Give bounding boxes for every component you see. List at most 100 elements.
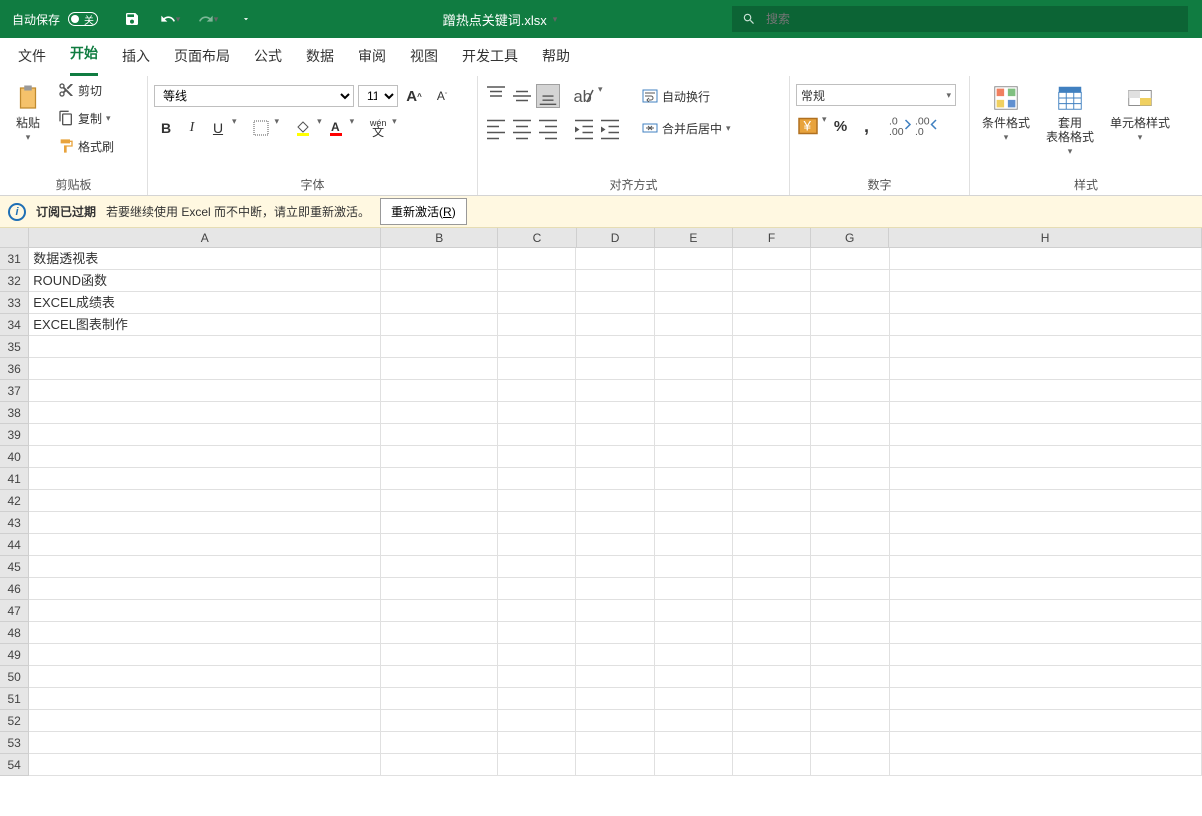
- cell[interactable]: [890, 424, 1202, 446]
- cell[interactable]: [733, 688, 811, 710]
- row-header[interactable]: 52: [0, 710, 29, 732]
- cell[interactable]: [29, 534, 381, 556]
- merge-center-button[interactable]: 合并后居中▾: [638, 116, 735, 140]
- row-header[interactable]: 50: [0, 666, 29, 688]
- row-header[interactable]: 40: [0, 446, 29, 468]
- cell[interactable]: [733, 424, 811, 446]
- cell[interactable]: [29, 600, 381, 622]
- cell[interactable]: [498, 402, 576, 424]
- cell[interactable]: [733, 534, 811, 556]
- cell[interactable]: [381, 666, 498, 688]
- tab-home[interactable]: 开始: [70, 35, 98, 76]
- cell[interactable]: [811, 710, 889, 732]
- cell[interactable]: [811, 490, 889, 512]
- cell[interactable]: [733, 578, 811, 600]
- cell[interactable]: [890, 732, 1202, 754]
- comma-format-icon[interactable]: ,: [855, 114, 879, 138]
- cell[interactable]: [890, 644, 1202, 666]
- cell[interactable]: 数据透视表: [29, 248, 381, 270]
- increase-font-icon[interactable]: A^: [402, 84, 426, 108]
- cell[interactable]: [576, 358, 654, 380]
- cell[interactable]: [381, 754, 498, 776]
- cell[interactable]: [655, 402, 733, 424]
- cell[interactable]: [890, 688, 1202, 710]
- cut-button[interactable]: 剪切: [54, 78, 118, 102]
- row-header[interactable]: 31: [0, 248, 29, 270]
- cell[interactable]: [655, 314, 733, 336]
- cell[interactable]: [498, 644, 576, 666]
- cell[interactable]: [498, 512, 576, 534]
- cell[interactable]: [576, 270, 654, 292]
- align-left-icon[interactable]: [484, 116, 508, 140]
- cell[interactable]: [29, 358, 381, 380]
- cell[interactable]: [890, 314, 1202, 336]
- tab-formula[interactable]: 公式: [254, 38, 282, 76]
- cell[interactable]: [811, 358, 889, 380]
- cell[interactable]: [576, 754, 654, 776]
- row-header[interactable]: 43: [0, 512, 29, 534]
- font-color-button[interactable]: A: [324, 116, 348, 140]
- cell[interactable]: [890, 270, 1202, 292]
- cell[interactable]: [381, 314, 498, 336]
- fill-color-button[interactable]: [291, 116, 315, 140]
- cell[interactable]: [733, 490, 811, 512]
- accounting-format-icon[interactable]: ¥: [796, 114, 820, 138]
- tab-file[interactable]: 文件: [18, 38, 46, 76]
- cell[interactable]: [655, 578, 733, 600]
- col-header-D[interactable]: D: [577, 228, 655, 247]
- copy-button[interactable]: 复制▾: [54, 106, 118, 130]
- cell[interactable]: [576, 732, 654, 754]
- cell[interactable]: [890, 666, 1202, 688]
- cell[interactable]: [655, 446, 733, 468]
- row-header[interactable]: 35: [0, 336, 29, 358]
- cell[interactable]: [498, 270, 576, 292]
- cell[interactable]: [29, 754, 381, 776]
- border-button[interactable]: [249, 116, 273, 140]
- col-header-C[interactable]: C: [498, 228, 576, 247]
- decrease-decimal-icon[interactable]: .00.0: [915, 114, 939, 138]
- cell[interactable]: [655, 666, 733, 688]
- cell[interactable]: [381, 732, 498, 754]
- cell[interactable]: [498, 248, 576, 270]
- cell[interactable]: [733, 512, 811, 534]
- cell[interactable]: [733, 556, 811, 578]
- cell[interactable]: [890, 490, 1202, 512]
- cell[interactable]: [29, 622, 381, 644]
- cell[interactable]: [890, 446, 1202, 468]
- cell[interactable]: [655, 534, 733, 556]
- cell[interactable]: [811, 578, 889, 600]
- cell[interactable]: [811, 600, 889, 622]
- row-header[interactable]: 38: [0, 402, 29, 424]
- col-header-B[interactable]: B: [381, 228, 498, 247]
- phonetic-button[interactable]: wén文: [366, 116, 390, 140]
- cell[interactable]: [29, 644, 381, 666]
- cell[interactable]: [811, 248, 889, 270]
- table-format-button[interactable]: 套用 表格格式▾: [1040, 78, 1100, 161]
- cell[interactable]: [733, 710, 811, 732]
- cell[interactable]: [655, 556, 733, 578]
- cell[interactable]: [498, 578, 576, 600]
- cell[interactable]: [381, 534, 498, 556]
- row-header[interactable]: 54: [0, 754, 29, 776]
- search-box[interactable]: [732, 6, 1188, 32]
- cell[interactable]: [733, 292, 811, 314]
- cell[interactable]: [576, 666, 654, 688]
- undo-icon[interactable]: ▾: [158, 7, 182, 31]
- cell[interactable]: [733, 314, 811, 336]
- cell[interactable]: [733, 644, 811, 666]
- cell[interactable]: [811, 336, 889, 358]
- cell[interactable]: [811, 446, 889, 468]
- cell[interactable]: [381, 490, 498, 512]
- autosave-toggle[interactable]: 自动保存 关: [0, 11, 110, 28]
- cell[interactable]: [890, 336, 1202, 358]
- tab-review[interactable]: 审阅: [358, 38, 386, 76]
- cell[interactable]: [498, 424, 576, 446]
- tab-help[interactable]: 帮助: [542, 38, 570, 76]
- row-header[interactable]: 53: [0, 732, 29, 754]
- cell[interactable]: [576, 600, 654, 622]
- cell[interactable]: [381, 556, 498, 578]
- cell[interactable]: [29, 490, 381, 512]
- cell[interactable]: [381, 578, 498, 600]
- row-header[interactable]: 44: [0, 534, 29, 556]
- cell[interactable]: [29, 424, 381, 446]
